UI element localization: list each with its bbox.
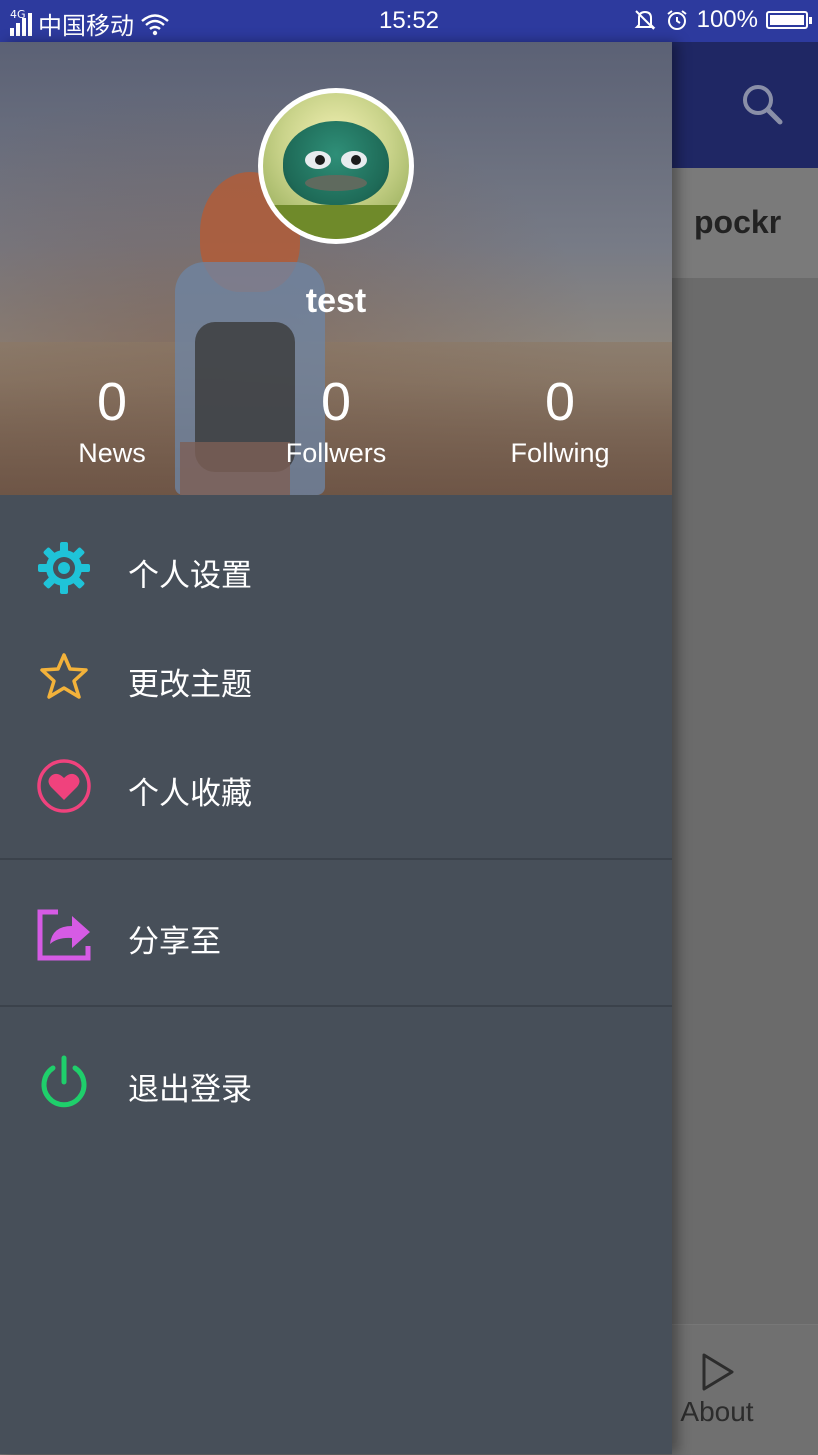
play-icon[interactable] (700, 1352, 736, 1392)
app-bottom-nav (672, 1324, 818, 1455)
alarm-icon (667, 10, 687, 30)
username: test (305, 282, 367, 320)
battery-icon (766, 11, 812, 29)
stat-news-value: 0 (96, 372, 128, 432)
menu-item-favorites[interactable]: 个人收藏 (0, 736, 672, 836)
star-icon (40, 653, 88, 699)
heart-icon (37, 759, 91, 813)
menu-label-share: 分享至 (128, 924, 221, 960)
app-content (672, 278, 818, 1324)
app-tab-pockr[interactable]: pockr (694, 204, 781, 241)
stat-followers[interactable]: 0 Follwers (236, 372, 436, 470)
menu-item-share[interactable]: 分享至 (0, 884, 672, 984)
menu-label-logout: 退出登录 (128, 1072, 252, 1108)
nav-about-label[interactable]: About (672, 1396, 762, 1428)
stat-news[interactable]: 0 News (12, 372, 212, 470)
menu-label-favorites: 个人收藏 (128, 776, 252, 812)
menu-label-theme: 更改主题 (128, 667, 252, 703)
menu-divider (0, 1005, 672, 1007)
menu-item-logout[interactable]: 退出登录 (0, 1032, 672, 1132)
status-right: 100% (633, 6, 812, 34)
battery-percent: 100% (696, 6, 758, 33)
stat-followers-value: 0 (320, 372, 352, 432)
power-icon (41, 1055, 87, 1108)
stat-following-label: Follwing (510, 438, 610, 468)
stat-news-label: News (78, 438, 146, 468)
navigation-drawer: test 0 News 0 Follwers 0 Follwing 个人设置 更… (0, 42, 672, 1454)
status-bar: 4G 中国移动 15:52 100% (0, 0, 818, 42)
avatar[interactable] (258, 88, 414, 244)
stat-following[interactable]: 0 Follwing (460, 372, 660, 470)
drawer-header: test 0 News 0 Follwers 0 Follwing (0, 42, 672, 495)
bell-muted-icon (634, 10, 656, 30)
menu-item-theme[interactable]: 更改主题 (0, 627, 672, 727)
gear-icon (38, 542, 90, 594)
share-icon (37, 909, 91, 961)
menu-label-settings: 个人设置 (128, 558, 252, 594)
search-icon[interactable] (738, 80, 786, 128)
menu-item-settings[interactable]: 个人设置 (0, 518, 672, 618)
stat-followers-label: Follwers (285, 438, 387, 468)
menu-divider (0, 858, 672, 860)
stat-following-value: 0 (544, 372, 576, 432)
